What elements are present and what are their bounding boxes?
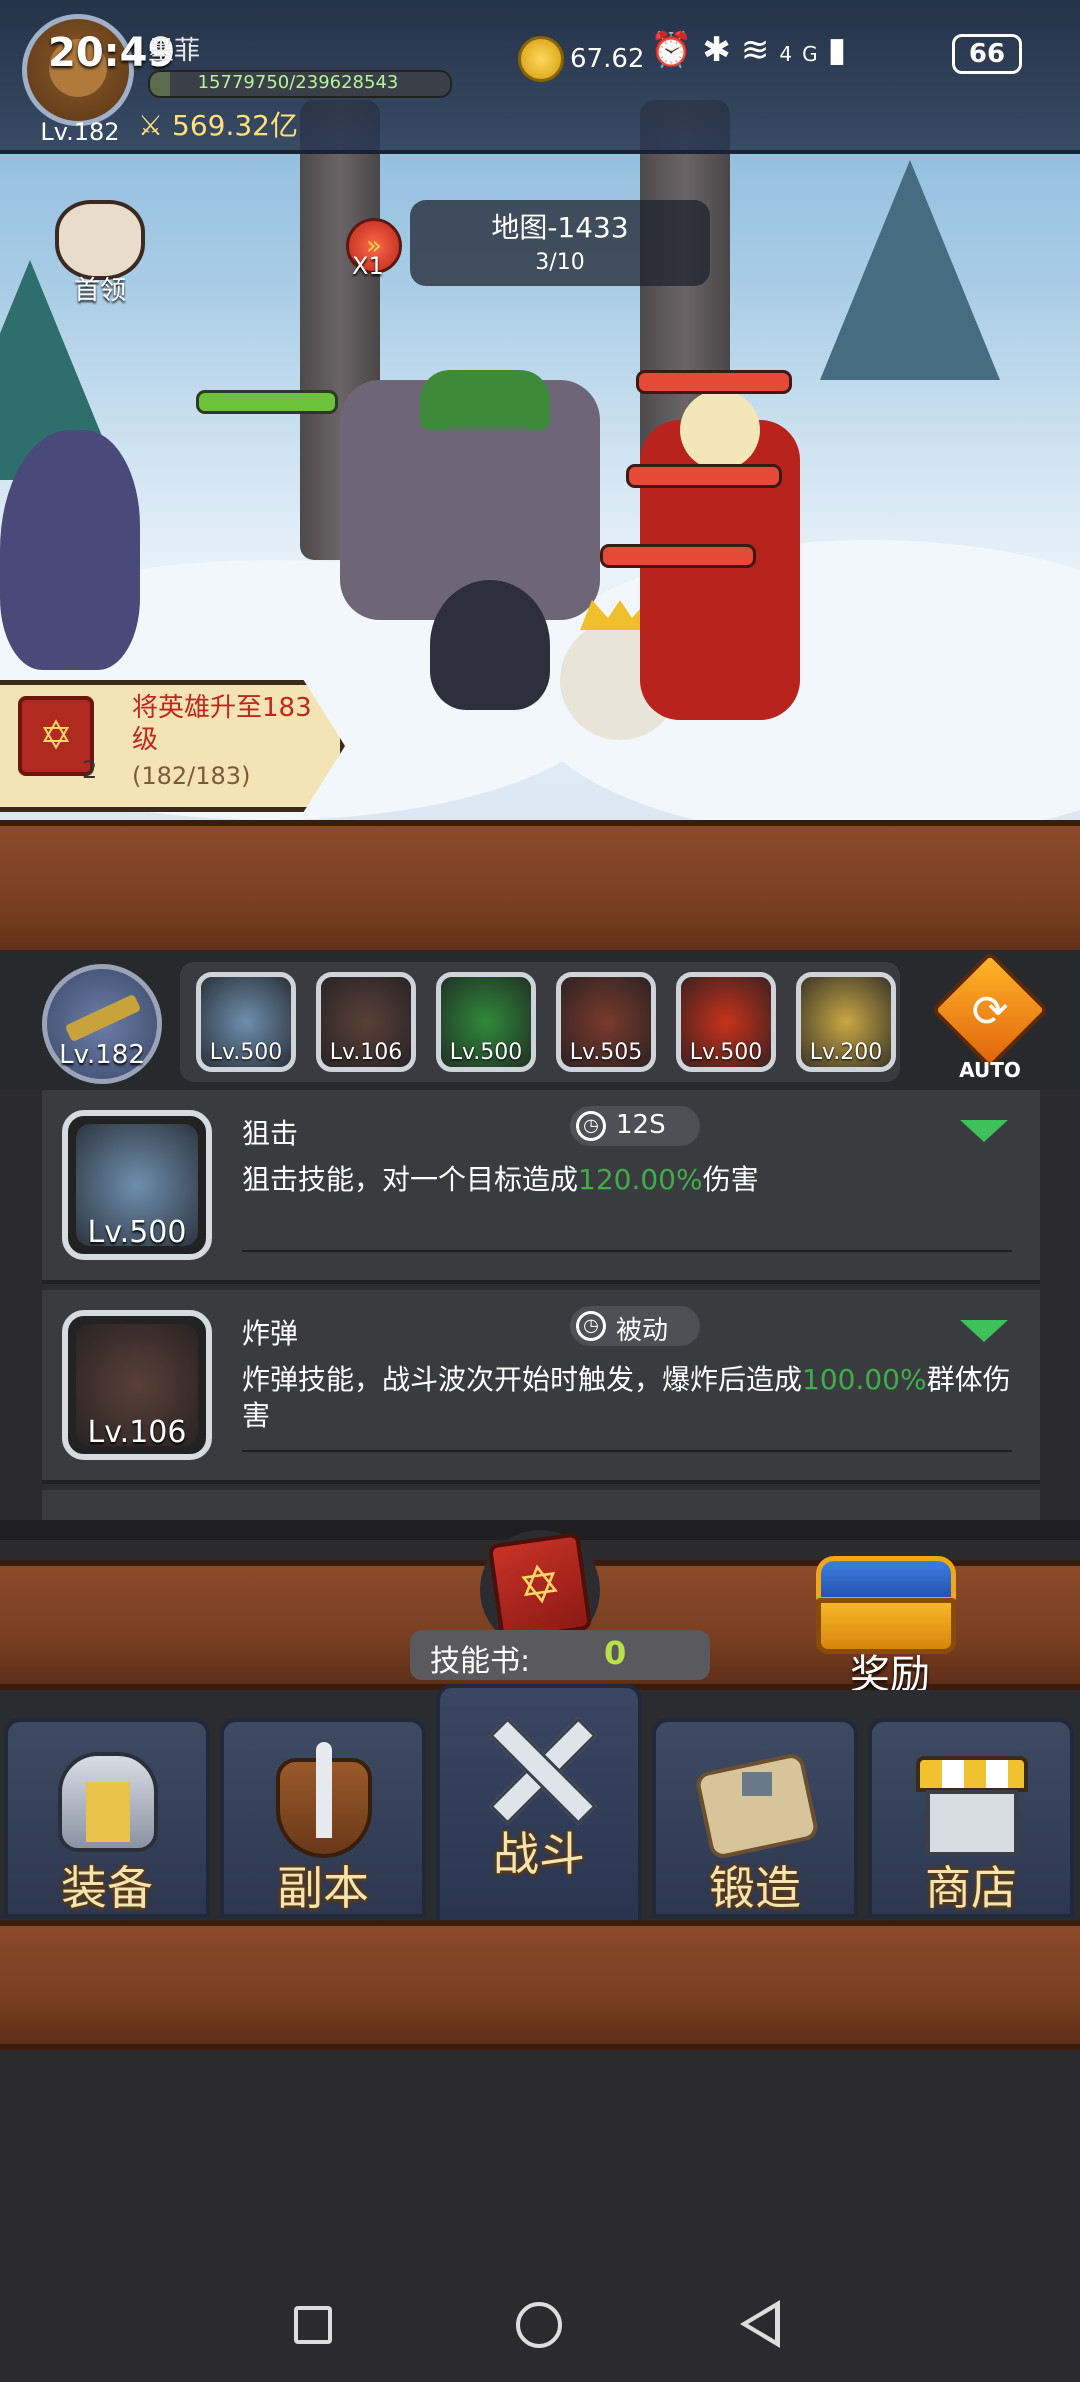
skill-cooldown: 12S (616, 1110, 666, 1140)
tab-label: 商店 (925, 1861, 1017, 1915)
skill-book-label: 技能书: (430, 1644, 531, 1679)
exp-text: 15779750/239628543 (197, 72, 399, 93)
enemy-plume (680, 390, 760, 470)
skill-list[interactable]: Lv.500 狙击 ◷ 12S 狙击技能，对一个目标造成120.00%伤害 Lv… (42, 1090, 1040, 1520)
skill-slot-fire-orb[interactable]: Lv.505 (556, 972, 656, 1072)
skill-level: Lv.500 (87, 1215, 187, 1250)
skill-slot-poison[interactable]: Lv.500 (436, 972, 536, 1072)
back-icon-inner (748, 2308, 775, 2340)
boss-label: 首领 (73, 276, 126, 306)
bluetooth-icon: ✱ (702, 30, 741, 70)
shop-icon (912, 1742, 1032, 1862)
auto-label: AUTO (959, 1058, 1021, 1082)
clock-icon: ◷ (576, 1111, 606, 1141)
combat-power: ⚔ 569.32亿 (138, 104, 298, 144)
enemy-hp-bar (600, 544, 756, 568)
skill-slot-lightning[interactable]: Lv.200 (796, 972, 896, 1072)
crossed-swords-icon: ⚔ (138, 109, 164, 142)
skill-book-count: 0 (604, 1634, 627, 1672)
chest-lid-icon (816, 1556, 956, 1602)
tab-dungeon[interactable]: 副本 (220, 1718, 426, 1918)
enemy-hp-bar (636, 370, 792, 394)
tab-label: 副本 (277, 1861, 369, 1915)
skill-slot-level: Lv.500 (449, 1040, 523, 1065)
skill-level: Lv.106 (87, 1415, 187, 1450)
expand-caret-icon[interactable] (960, 1320, 1008, 1342)
skill-cooldown-badge: ◷ 被动 (570, 1306, 700, 1346)
skull-icon (55, 200, 145, 280)
recent-apps-icon[interactable] (294, 2306, 332, 2344)
skill-slot-snipe[interactable]: Lv.500 (196, 972, 296, 1072)
skill-slot-level: Lv.505 (569, 1040, 643, 1065)
skill-desc-value: 120.00% (578, 1163, 703, 1196)
golem-moss (420, 370, 550, 430)
tab-battle[interactable]: 战斗 (436, 1684, 642, 1924)
tab-label: 战斗 (493, 1827, 585, 1881)
gold-coin-icon (518, 36, 564, 82)
hero-hp-bar (196, 390, 338, 414)
skill-row-snipe[interactable]: Lv.500 狙击 ◷ 12S 狙击技能，对一个目标造成120.00%伤害 (42, 1090, 1040, 1284)
expand-caret-icon[interactable] (960, 1120, 1008, 1142)
gold-amount: 67.62 (570, 44, 645, 74)
skill-row-bomb[interactable]: Lv.106 炸弹 ◷ 被动 炸弹技能，战斗波次开始时触发，爆炸后造成100.0… (42, 1290, 1040, 1484)
network-type: 4G (779, 42, 828, 66)
skill-slot-level: Lv.500 (209, 1040, 283, 1065)
player-name: 墨菲 (148, 36, 201, 66)
row-divider (242, 1250, 1012, 1252)
skill-cooldown: 被动 (616, 1316, 669, 1346)
system-status-icons: ⏰✱≋4G▮ (650, 30, 856, 70)
refresh-icon: ⟳ (971, 986, 1009, 1037)
map-name: 地图-1433 (491, 211, 629, 244)
skill-icon-frame: Lv.500 (62, 1110, 212, 1260)
tab-equipment[interactable]: 装备 (4, 1718, 210, 1918)
skill-slot-level: Lv.200 (809, 1040, 883, 1065)
alarm-icon: ⏰ (650, 30, 703, 70)
speed-label: X1 (352, 252, 384, 280)
skill-desc-text: 狙击技能，对一个目标造成 (242, 1163, 579, 1196)
sword-shield-icon (264, 1742, 384, 1862)
wifi-icon: ≋ (740, 30, 780, 70)
battery-level: 66 (952, 34, 1022, 74)
clock-icon: ◷ (576, 1311, 606, 1341)
skill-desc-text: 炸弹技能，战斗波次开始时触发，爆炸后造成 (242, 1363, 803, 1396)
skill-description: 狙击技能，对一个目标造成120.00%伤害 (242, 1162, 1012, 1198)
skill-slot-level: Lv.106 (329, 1040, 403, 1065)
skill-name: 狙击 (242, 1117, 299, 1150)
dark-knight-hero (430, 580, 550, 710)
hammer-scroll-icon (694, 1742, 820, 1862)
pine-tree (820, 160, 1000, 380)
wood-divider (0, 820, 1080, 962)
skill-slot-fireball[interactable]: Lv.500 (676, 972, 776, 1072)
werewolf-enemy (0, 430, 140, 670)
rifle-icon (64, 993, 142, 1043)
tab-label: 装备 (61, 1861, 153, 1915)
skill-name: 炸弹 (242, 1317, 299, 1350)
quest-progress: (182/183) (132, 762, 251, 790)
quest-title: 将英雄升至183级 (132, 693, 312, 755)
skill-description: 炸弹技能，战斗波次开始时触发，爆炸后造成100.00%群体伤害 (242, 1362, 1012, 1434)
skill-desc-value: 100.00% (802, 1363, 927, 1396)
enemy-hp-bar (626, 464, 782, 488)
wave-progress: 3/10 (535, 250, 585, 275)
row-divider (242, 1450, 1012, 1452)
skill-row-partial[interactable] (42, 1490, 1040, 1520)
skill-cooldown-badge: ◷ 12S (570, 1106, 700, 1146)
skill-icon-frame: Lv.106 (62, 1310, 212, 1460)
crossed-swords-icon (480, 1708, 600, 1828)
skill-slot-bomb[interactable]: Lv.106 (316, 972, 416, 1072)
quest-reward-count: 2 (82, 756, 98, 784)
weapon-level: Lv.182 (59, 1040, 145, 1070)
home-icon[interactable] (516, 2302, 562, 2348)
player-level: Lv.182 (40, 118, 120, 146)
wood-footer (0, 1920, 1080, 2050)
helmet-icon (48, 1742, 168, 1862)
tab-shop[interactable]: 商店 (868, 1718, 1074, 1918)
combat-power-value: 569.32亿 (172, 109, 298, 142)
tab-label: 锻造 (709, 1861, 801, 1915)
skill-slot-level: Lv.500 (689, 1040, 763, 1065)
skill-desc-text: 伤害 (702, 1163, 759, 1196)
skill-book-icon: ✡ (487, 1532, 593, 1642)
tab-forge[interactable]: 锻造 (652, 1718, 858, 1918)
signal-icon: ▮ (827, 30, 857, 70)
